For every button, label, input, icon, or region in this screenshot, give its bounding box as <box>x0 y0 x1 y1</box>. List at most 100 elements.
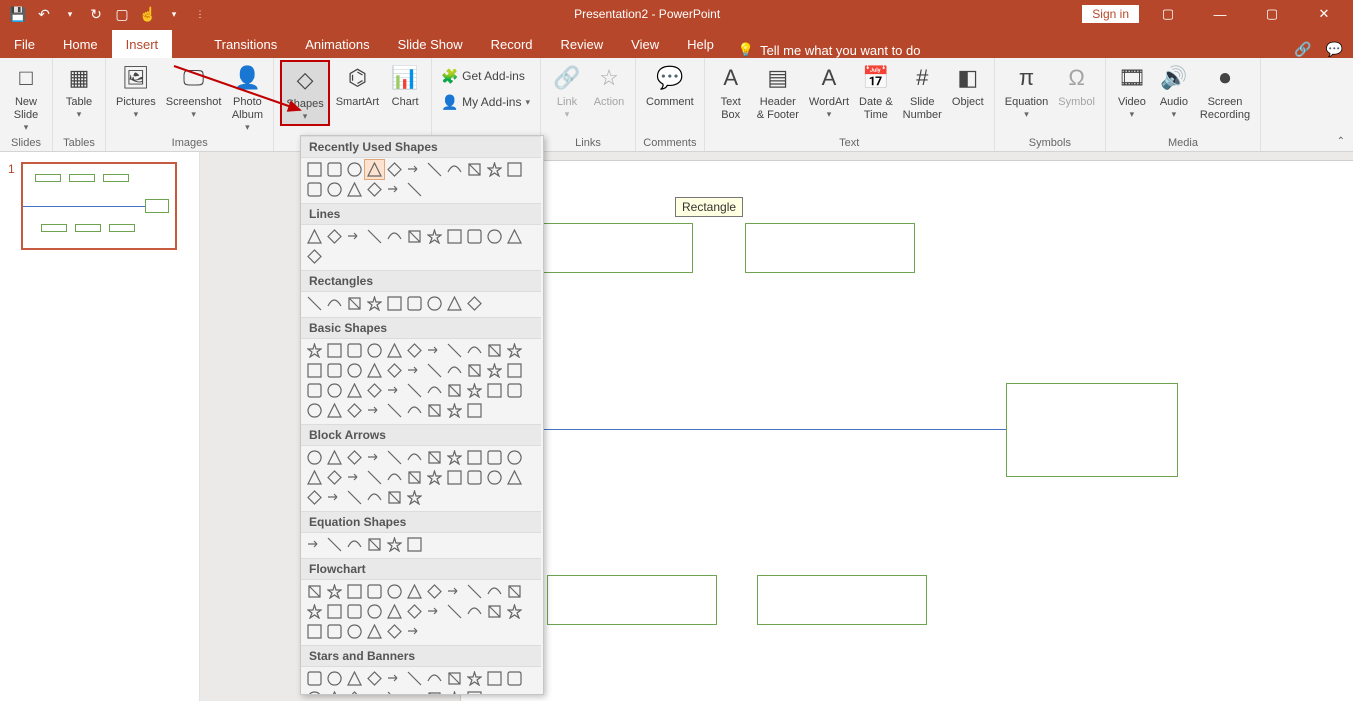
shape-gallery-item[interactable] <box>305 468 324 487</box>
smartart-button[interactable]: ⌬SmartArt <box>332 60 383 111</box>
shape-gallery-item[interactable] <box>485 468 504 487</box>
shape-gallery-item[interactable] <box>505 582 524 601</box>
shape-gallery-item[interactable] <box>365 669 384 688</box>
screenshot-button[interactable]: 🖵Screenshot▾ <box>162 60 226 122</box>
shape-gallery-item[interactable] <box>345 488 364 507</box>
shape-gallery-item[interactable] <box>365 160 384 179</box>
shape-gallery-item[interactable] <box>445 582 464 601</box>
slide-thumbnail-pane[interactable]: 1 <box>0 152 200 701</box>
shape-gallery-item[interactable] <box>305 488 324 507</box>
shape-gallery-item[interactable] <box>445 294 464 313</box>
tell-me-search[interactable]: 💡 Tell me what you want to do <box>728 42 931 58</box>
shape-gallery-item[interactable] <box>385 622 404 641</box>
shape-gallery-item[interactable] <box>365 361 384 380</box>
close-button[interactable]: ✕ <box>1301 0 1347 28</box>
shape-gallery-item[interactable] <box>405 381 424 400</box>
shape-gallery-item[interactable] <box>485 602 504 621</box>
tab-review[interactable]: Review <box>547 30 618 58</box>
shapes-gallery-dropdown[interactable]: Recently Used ShapesLinesRectanglesBasic… <box>300 135 544 695</box>
shape-gallery-item[interactable] <box>325 468 344 487</box>
shape-gallery-item[interactable] <box>365 341 384 360</box>
header--footer-button[interactable]: ▤Header& Footer <box>753 60 803 124</box>
date--time-button[interactable]: 📅Date &Time <box>855 60 897 124</box>
shape-rectangle[interactable] <box>745 223 915 273</box>
shape-gallery-item[interactable] <box>305 381 324 400</box>
slide-thumbnail[interactable]: 1 <box>8 162 191 250</box>
tab-help[interactable]: Help <box>673 30 728 58</box>
shape-gallery-item[interactable] <box>365 689 384 694</box>
shape-gallery-item[interactable] <box>385 582 404 601</box>
table-button[interactable]: ▦Table▾ <box>59 60 99 122</box>
minimize-button[interactable]: — <box>1197 0 1243 28</box>
screen-recording-button[interactable]: ⏺ScreenRecording <box>1196 60 1254 124</box>
shape-gallery-item[interactable] <box>345 160 364 179</box>
maximize-button[interactable]: ▢ <box>1249 0 1295 28</box>
shape-gallery-item[interactable] <box>365 488 384 507</box>
shape-gallery-item[interactable] <box>325 535 344 554</box>
shape-gallery-item[interactable] <box>445 401 464 420</box>
new-slide-button[interactable]: □NewSlide▾ <box>6 60 46 135</box>
shape-gallery-item[interactable] <box>345 361 364 380</box>
shape-gallery-item[interactable] <box>325 448 344 467</box>
shape-gallery-item[interactable] <box>385 535 404 554</box>
shape-gallery-item[interactable] <box>365 622 384 641</box>
shape-gallery-item[interactable] <box>365 227 384 246</box>
shape-gallery-item[interactable] <box>325 294 344 313</box>
shape-rectangle[interactable] <box>1006 383 1178 477</box>
slide-1-thumbnail[interactable] <box>21 162 177 250</box>
object-button[interactable]: ◧Object <box>948 60 988 111</box>
shape-gallery-item[interactable] <box>425 689 444 694</box>
shape-gallery-item[interactable] <box>385 448 404 467</box>
shape-gallery-item[interactable] <box>365 582 384 601</box>
shape-gallery-item[interactable] <box>465 468 484 487</box>
shape-gallery-item[interactable] <box>445 361 464 380</box>
shape-gallery-item[interactable] <box>505 361 524 380</box>
shape-gallery-item[interactable] <box>385 294 404 313</box>
shape-rectangle[interactable] <box>523 223 693 273</box>
shape-gallery-item[interactable] <box>305 247 324 266</box>
shape-gallery-item[interactable] <box>445 689 464 694</box>
shape-gallery-item[interactable] <box>325 381 344 400</box>
shape-gallery-item[interactable] <box>365 381 384 400</box>
shape-gallery-item[interactable] <box>305 227 324 246</box>
shape-gallery-item[interactable] <box>425 361 444 380</box>
shape-gallery-item[interactable] <box>405 689 424 694</box>
tab-home[interactable]: Home <box>49 30 112 58</box>
shape-gallery-item[interactable] <box>465 401 484 420</box>
shape-gallery-item[interactable] <box>505 468 524 487</box>
shape-gallery-item[interactable] <box>305 180 324 199</box>
shape-gallery-item[interactable] <box>465 689 484 694</box>
shape-gallery-item[interactable] <box>305 401 324 420</box>
shape-gallery-item[interactable] <box>445 160 464 179</box>
shape-gallery-item[interactable] <box>405 227 424 246</box>
shape-gallery-item[interactable] <box>445 227 464 246</box>
shape-gallery-item[interactable] <box>465 341 484 360</box>
shape-gallery-item[interactable] <box>505 448 524 467</box>
shape-gallery-item[interactable] <box>405 488 424 507</box>
shape-gallery-item[interactable] <box>305 669 324 688</box>
shape-gallery-item[interactable] <box>425 582 444 601</box>
shape-gallery-item[interactable] <box>305 160 324 179</box>
shape-gallery-item[interactable] <box>445 448 464 467</box>
shape-gallery-item[interactable] <box>485 361 504 380</box>
shape-gallery-item[interactable] <box>485 669 504 688</box>
shape-gallery-item[interactable] <box>485 381 504 400</box>
shape-gallery-item[interactable] <box>365 294 384 313</box>
tab-animations[interactable]: Animations <box>291 30 383 58</box>
undo-caret[interactable]: ▾ <box>58 2 82 26</box>
shape-gallery-item[interactable] <box>405 622 424 641</box>
shape-gallery-item[interactable] <box>465 669 484 688</box>
qat-customize-caret[interactable]: ▾ <box>162 2 186 26</box>
shape-gallery-item[interactable] <box>345 689 364 694</box>
chart-button[interactable]: 📊Chart <box>385 60 425 111</box>
shape-gallery-item[interactable] <box>345 401 364 420</box>
redo-button[interactable]: ↻ <box>84 2 108 26</box>
shape-gallery-item[interactable] <box>325 622 344 641</box>
undo-button[interactable]: ↶ <box>32 2 56 26</box>
shape-gallery-item[interactable] <box>325 669 344 688</box>
shape-gallery-item[interactable] <box>345 582 364 601</box>
shape-gallery-item[interactable] <box>405 180 424 199</box>
shape-gallery-item[interactable] <box>365 602 384 621</box>
shape-gallery-item[interactable] <box>305 294 324 313</box>
shape-gallery-item[interactable] <box>405 602 424 621</box>
